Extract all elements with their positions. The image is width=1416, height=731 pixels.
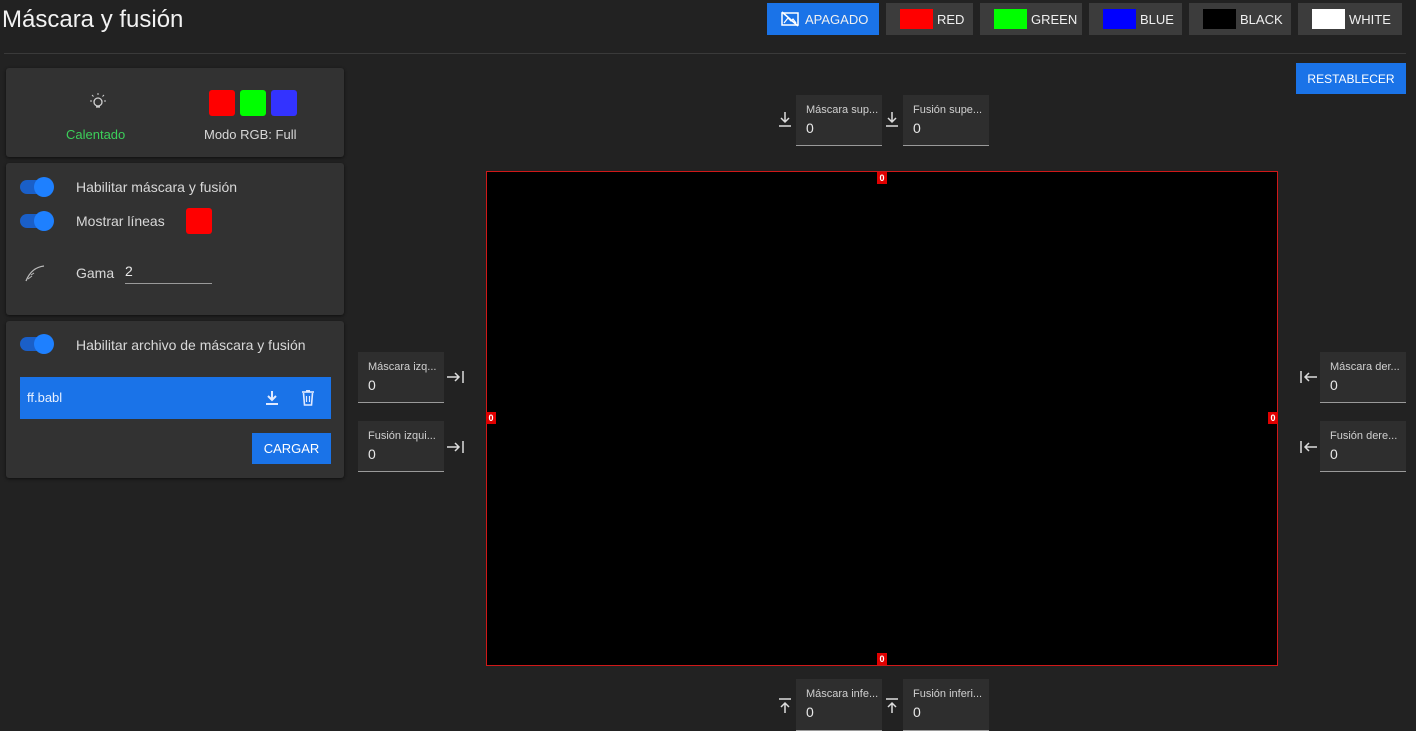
no-image-icon — [781, 11, 799, 27]
pattern-off-button[interactable]: APAGADO — [767, 3, 879, 35]
pattern-blue-button[interactable]: BLUE — [1089, 3, 1182, 35]
settings-card: Habilitar máscara y fusión Mostrar línea… — [6, 163, 344, 315]
arrow-down-to-line-icon — [777, 110, 793, 133]
enable-file-toggle[interactable] — [20, 334, 54, 354]
blue-indicator — [271, 90, 297, 116]
mask-top-field[interactable]: Máscara sup... 0 — [796, 95, 882, 146]
arrow-left-to-line-icon — [1299, 439, 1319, 460]
blend-left-field[interactable]: Fusión izqui... 0 — [358, 421, 444, 472]
bottom-edge-marker[interactable]: 0 — [877, 653, 887, 665]
lamp-icon — [88, 92, 108, 117]
green-indicator — [240, 90, 266, 116]
pattern-label: WHITE — [1349, 11, 1391, 27]
mask-right-label: Máscara der... — [1330, 361, 1400, 373]
top-edge-marker[interactable]: 0 — [877, 172, 887, 184]
rgb-mode-label: Modo RGB: Full — [204, 127, 297, 142]
status-card: Calentado Modo RGB: Full — [6, 68, 344, 157]
pattern-green-button[interactable]: GREEN — [980, 3, 1082, 35]
file-list-item[interactable]: ff.babl — [20, 377, 331, 419]
pattern-label: APAGADO — [805, 11, 869, 27]
arrow-up-from-line-icon — [884, 697, 900, 720]
line-color-picker[interactable] — [186, 208, 212, 234]
show-lines-toggle[interactable] — [20, 211, 54, 231]
page-title: Máscara y fusión — [2, 6, 184, 33]
blend-right-value: 0 — [1330, 446, 1338, 462]
green-swatch — [994, 9, 1027, 29]
pattern-label: GREEN — [1031, 11, 1078, 27]
pattern-white-button[interactable]: WHITE — [1298, 3, 1402, 35]
enable-file-label: Habilitar archivo de máscara y fusión — [76, 337, 306, 353]
mask-left-label: Máscara izq... — [368, 361, 437, 373]
arrow-left-to-line-icon — [1299, 369, 1319, 390]
mask-top-label: Máscara sup... — [806, 104, 879, 116]
gamma-icon — [24, 263, 46, 288]
arrow-up-from-line-icon — [777, 697, 793, 720]
mask-left-field[interactable]: Máscara izq... 0 — [358, 352, 444, 403]
blend-top-value: 0 — [913, 120, 921, 136]
right-edge-marker[interactable]: 0 — [1268, 412, 1278, 424]
enable-mask-label: Habilitar máscara y fusión — [76, 179, 238, 195]
black-swatch — [1203, 9, 1236, 29]
lamp-status-label: Calentado — [66, 127, 126, 142]
download-icon[interactable] — [264, 389, 280, 412]
blend-top-label: Fusión supe... — [913, 104, 983, 116]
arrow-right-to-line-icon — [445, 439, 465, 460]
pattern-label: BLUE — [1140, 11, 1174, 27]
reset-button[interactable]: RESTABLECER — [1296, 63, 1406, 94]
mask-bottom-value: 0 — [806, 704, 814, 720]
enable-mask-toggle[interactable] — [20, 177, 54, 197]
mask-right-value: 0 — [1330, 377, 1338, 393]
pattern-red-button[interactable]: RED — [886, 3, 973, 35]
header-divider — [4, 53, 1406, 54]
red-indicator — [209, 90, 235, 116]
blend-bottom-label: Fusión inferi... — [913, 688, 983, 700]
mask-left-value: 0 — [368, 377, 376, 393]
blend-top-field[interactable]: Fusión supe... 0 — [903, 95, 989, 146]
blend-bottom-field[interactable]: Fusión inferi... 0 — [903, 679, 989, 731]
load-button[interactable]: CARGAR — [252, 433, 331, 464]
pattern-black-button[interactable]: BLACK — [1189, 3, 1291, 35]
blue-swatch — [1103, 9, 1136, 29]
blend-left-label: Fusión izqui... — [368, 430, 436, 442]
show-lines-label: Mostrar líneas — [76, 213, 165, 229]
left-edge-marker[interactable]: 0 — [486, 412, 496, 424]
mask-bottom-field[interactable]: Máscara infe... 0 — [796, 679, 882, 731]
rgb-indicator — [209, 90, 297, 116]
preview-canvas: 0 0 0 0 — [486, 171, 1278, 666]
pattern-label: BLACK — [1240, 11, 1283, 27]
mask-right-field[interactable]: Máscara der... 0 — [1320, 352, 1406, 403]
delete-icon[interactable] — [300, 389, 316, 412]
arrow-right-to-line-icon — [445, 369, 465, 390]
gamma-value: 2 — [125, 263, 133, 279]
header: Máscara y fusión APAGADO RED GREEN BLUE … — [0, 0, 1416, 54]
file-card: Habilitar archivo de máscara y fusión ff… — [6, 321, 344, 478]
arrow-down-to-line-icon — [884, 110, 900, 133]
blend-right-field[interactable]: Fusión dere... 0 — [1320, 421, 1406, 472]
pattern-label: RED — [937, 11, 965, 27]
blend-bottom-value: 0 — [913, 704, 921, 720]
red-swatch — [900, 9, 933, 29]
white-swatch — [1312, 9, 1345, 29]
gamma-input[interactable]: 2 — [125, 255, 212, 284]
blend-left-value: 0 — [368, 446, 376, 462]
mask-bottom-label: Máscara infe... — [806, 688, 879, 700]
blend-right-label: Fusión dere... — [1330, 430, 1398, 442]
mask-top-value: 0 — [806, 120, 814, 136]
file-name: ff.babl — [27, 390, 63, 405]
gamma-label: Gama — [76, 265, 115, 281]
